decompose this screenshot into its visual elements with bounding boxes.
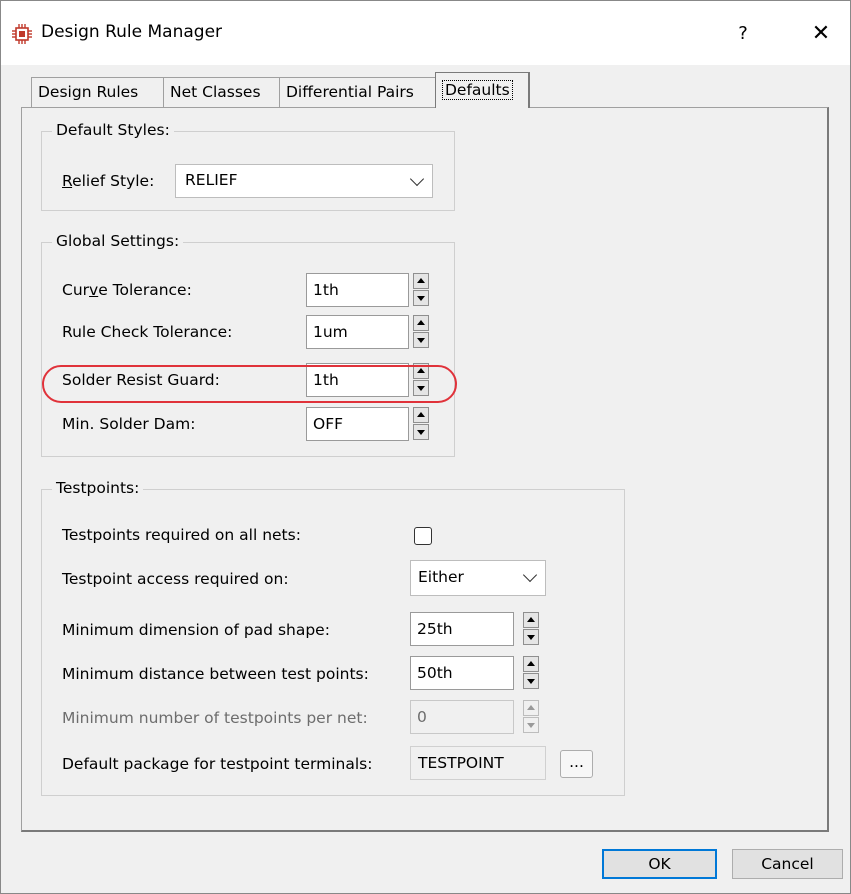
- chevron-down-icon: [409, 171, 425, 187]
- rule-check-tolerance-input[interactable]: 1um: [306, 315, 409, 349]
- spin-up-icon[interactable]: [413, 407, 429, 423]
- group-title: Default Styles:: [52, 121, 174, 139]
- spin-down-icon[interactable]: [523, 629, 539, 645]
- title-bar: Design Rule Manager ? ✕: [1, 1, 850, 65]
- group-title: Global Settings:: [52, 232, 184, 250]
- min-pad-dimension-value: 25th: [417, 620, 453, 638]
- curve-tolerance-label: Curve Tolerance:: [62, 281, 192, 299]
- rule-check-tolerance-value: 1um: [313, 323, 348, 341]
- rule-check-tolerance-label: Rule Check Tolerance:: [62, 323, 233, 341]
- default-testpoint-package-label: Default package for testpoint terminals:: [62, 755, 373, 773]
- curve-tolerance-input[interactable]: 1th: [306, 273, 409, 307]
- app-chip-icon: [12, 24, 32, 44]
- tab-design-rules[interactable]: Design Rules: [31, 77, 164, 107]
- min-testpoint-distance-input[interactable]: 50th: [410, 656, 514, 690]
- min-testpoints-per-net-value: 0: [417, 708, 427, 726]
- min-testpoints-per-net-label: Minimum number of testpoints per net:: [62, 709, 368, 727]
- tab-label: Differential Pairs: [286, 83, 414, 101]
- default-testpoint-package-field: TESTPOINT: [410, 746, 546, 780]
- group-title: Testpoints:: [52, 479, 144, 497]
- dialog-window: Design Rule Manager ? ✕ Design Rules Net…: [0, 0, 851, 894]
- min-pad-dimension-label: Minimum dimension of pad shape:: [62, 621, 330, 639]
- tab-label: Defaults: [442, 80, 513, 100]
- testpoints-required-label: Testpoints required on all nets:: [62, 526, 301, 544]
- browse-package-button[interactable]: ...: [560, 750, 593, 778]
- tab-differential-pairs[interactable]: Differential Pairs: [279, 77, 436, 107]
- min-testpoints-per-net-spinner[interactable]: [523, 700, 539, 734]
- spin-up-icon[interactable]: [413, 273, 429, 289]
- spin-down-icon[interactable]: [413, 380, 429, 396]
- chevron-down-icon: [522, 567, 538, 583]
- min-solder-dam-input[interactable]: OFF: [306, 407, 409, 441]
- spin-down-icon[interactable]: [523, 673, 539, 689]
- solder-resist-guard-spinner[interactable]: [413, 363, 429, 397]
- spin-up-icon[interactable]: [523, 700, 539, 716]
- spin-down-icon[interactable]: [413, 332, 429, 348]
- solder-resist-guard-label: Solder Resist Guard:: [62, 371, 220, 389]
- min-solder-dam-spinner[interactable]: [413, 407, 429, 441]
- relief-style-label: Relief Style:: [62, 172, 155, 190]
- tab-label: Design Rules: [38, 83, 139, 101]
- tab-label: Net Classes: [170, 83, 261, 101]
- min-testpoint-distance-label: Minimum distance between test points:: [62, 665, 369, 683]
- help-button[interactable]: ?: [723, 19, 763, 49]
- curve-tolerance-value: 1th: [313, 281, 339, 299]
- testpoints-required-checkbox[interactable]: [414, 527, 432, 545]
- relief-style-value: RELIEF: [185, 171, 238, 189]
- curve-tolerance-spinner[interactable]: [413, 273, 429, 307]
- min-testpoint-distance-spinner[interactable]: [523, 656, 539, 690]
- solder-resist-guard-value: 1th: [313, 371, 339, 389]
- testpoint-access-value: Either: [418, 568, 464, 586]
- tab-net-classes[interactable]: Net Classes: [163, 77, 280, 107]
- min-pad-dimension-input[interactable]: 25th: [410, 612, 514, 646]
- spin-up-icon[interactable]: [413, 315, 429, 331]
- min-solder-dam-label: Min. Solder Dam:: [62, 415, 196, 433]
- tab-defaults[interactable]: Defaults: [435, 72, 530, 108]
- default-testpoint-package-value: TESTPOINT: [418, 754, 504, 772]
- solder-resist-guard-input[interactable]: 1th: [306, 363, 409, 397]
- cancel-button[interactable]: Cancel: [732, 849, 843, 879]
- spin-up-icon[interactable]: [523, 656, 539, 672]
- min-testpoint-distance-value: 50th: [417, 664, 453, 682]
- testpoint-access-label: Testpoint access required on:: [62, 570, 289, 588]
- relief-style-select[interactable]: RELIEF: [175, 164, 433, 198]
- testpoint-access-select[interactable]: Either: [410, 560, 546, 596]
- ok-button[interactable]: OK: [602, 849, 717, 879]
- min-pad-dimension-spinner[interactable]: [523, 612, 539, 646]
- spin-down-icon[interactable]: [413, 290, 429, 306]
- rule-check-tolerance-spinner[interactable]: [413, 315, 429, 349]
- min-solder-dam-value: OFF: [313, 415, 344, 433]
- spin-up-icon[interactable]: [413, 363, 429, 379]
- window-title: Design Rule Manager: [41, 22, 223, 42]
- spin-down-icon[interactable]: [523, 717, 539, 733]
- spin-up-icon[interactable]: [523, 612, 539, 628]
- spin-down-icon[interactable]: [413, 424, 429, 440]
- min-testpoints-per-net-input[interactable]: 0: [410, 700, 514, 734]
- close-button[interactable]: ✕: [801, 19, 841, 49]
